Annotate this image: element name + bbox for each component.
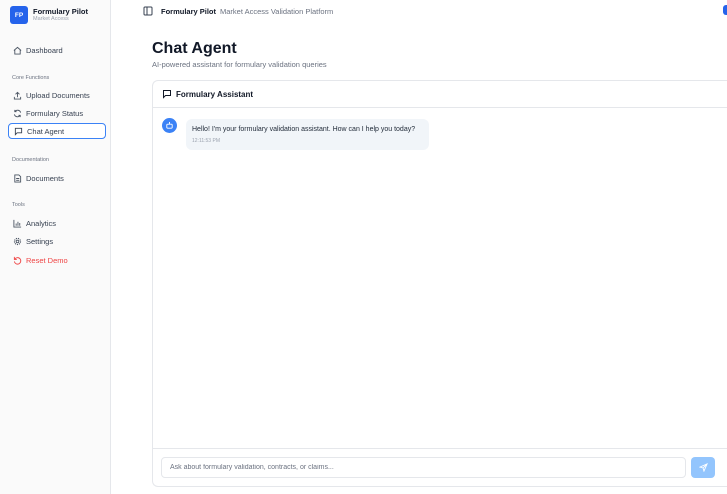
home-icon: [12, 45, 22, 55]
sidebar-item-label: Chat Agent: [27, 126, 65, 136]
chat-message: Hello! I'm your formulary validation ass…: [162, 118, 429, 150]
sidebar-item-analytics[interactable]: Analytics: [8, 215, 106, 231]
message-timestamp: 12:11:53 PM: [192, 138, 220, 144]
sidebar-item-chat-agent[interactable]: Chat Agent: [8, 123, 106, 139]
sidebar-item-label: Documents: [26, 173, 64, 183]
sidebar-item-documents[interactable]: Documents: [8, 170, 106, 186]
refresh-icon: [12, 108, 22, 118]
chat-icon: [13, 126, 23, 136]
sidebar-item-label: Formulary Status: [26, 108, 84, 118]
chat-panel: Formulary Assistant Hello! I'm your form…: [152, 80, 727, 487]
user-indicator[interactable]: [723, 5, 727, 15]
sidebar-item-upload-documents[interactable]: Upload Documents: [8, 87, 106, 103]
gear-icon: [12, 236, 22, 246]
sidebar-item-label: Upload Documents: [26, 90, 90, 100]
section-label-core: Core Functions: [12, 75, 50, 81]
page-subtitle: AI-powered assistant for formulary valid…: [152, 60, 327, 69]
sidebar-item-formulary-status[interactable]: Formulary Status: [8, 105, 106, 121]
sidebar-item-label: Analytics: [26, 218, 57, 228]
top-bar: Formulary Pilot Market Access Validation…: [111, 0, 727, 22]
sidebar-item-label: Settings: [26, 236, 54, 246]
sidebar-item-label: Dashboard: [26, 45, 63, 55]
sidebar: FP Formulary Pilot Market Access Dashboa…: [0, 0, 111, 494]
topbar-subtitle: Market Access Validation Platform: [220, 6, 334, 16]
message-bubble: Hello! I'm your formulary validation ass…: [186, 119, 429, 150]
upload-icon: [12, 90, 22, 100]
bot-icon: [166, 121, 173, 129]
brand-logo: FP: [10, 6, 28, 24]
chat-composer: [153, 448, 727, 486]
send-icon: [698, 463, 708, 472]
brand[interactable]: FP Formulary Pilot Market Access: [10, 6, 88, 24]
section-label-tools: Tools: [12, 202, 25, 208]
chat-icon: [162, 89, 172, 99]
sidebar-item-label: Reset Demo: [26, 255, 68, 265]
brand-subtitle: Market Access: [33, 16, 69, 22]
sidebar-item-reset-demo[interactable]: Reset Demo: [8, 252, 106, 268]
chat-input[interactable]: [161, 457, 686, 478]
brand-name: Formulary Pilot: [33, 6, 89, 16]
chat-panel-header: Formulary Assistant: [153, 81, 727, 108]
section-label-documentation: Documentation: [12, 157, 49, 163]
bar-chart-icon: [12, 218, 22, 228]
topbar-title: Formulary Pilot: [161, 6, 217, 16]
document-icon: [12, 173, 22, 183]
bot-avatar: [162, 118, 177, 133]
message-text: Hello! I'm your formulary validation ass…: [192, 126, 416, 133]
send-button[interactable]: [691, 457, 715, 478]
page-title: Chat Agent: [152, 40, 237, 57]
sidebar-item-settings[interactable]: Settings: [8, 233, 106, 249]
reset-icon: [12, 255, 22, 265]
sidebar-item-dashboard[interactable]: Dashboard: [8, 42, 106, 58]
chat-panel-title: Formulary Assistant: [176, 89, 254, 99]
sidebar-toggle-icon[interactable]: [143, 6, 153, 16]
